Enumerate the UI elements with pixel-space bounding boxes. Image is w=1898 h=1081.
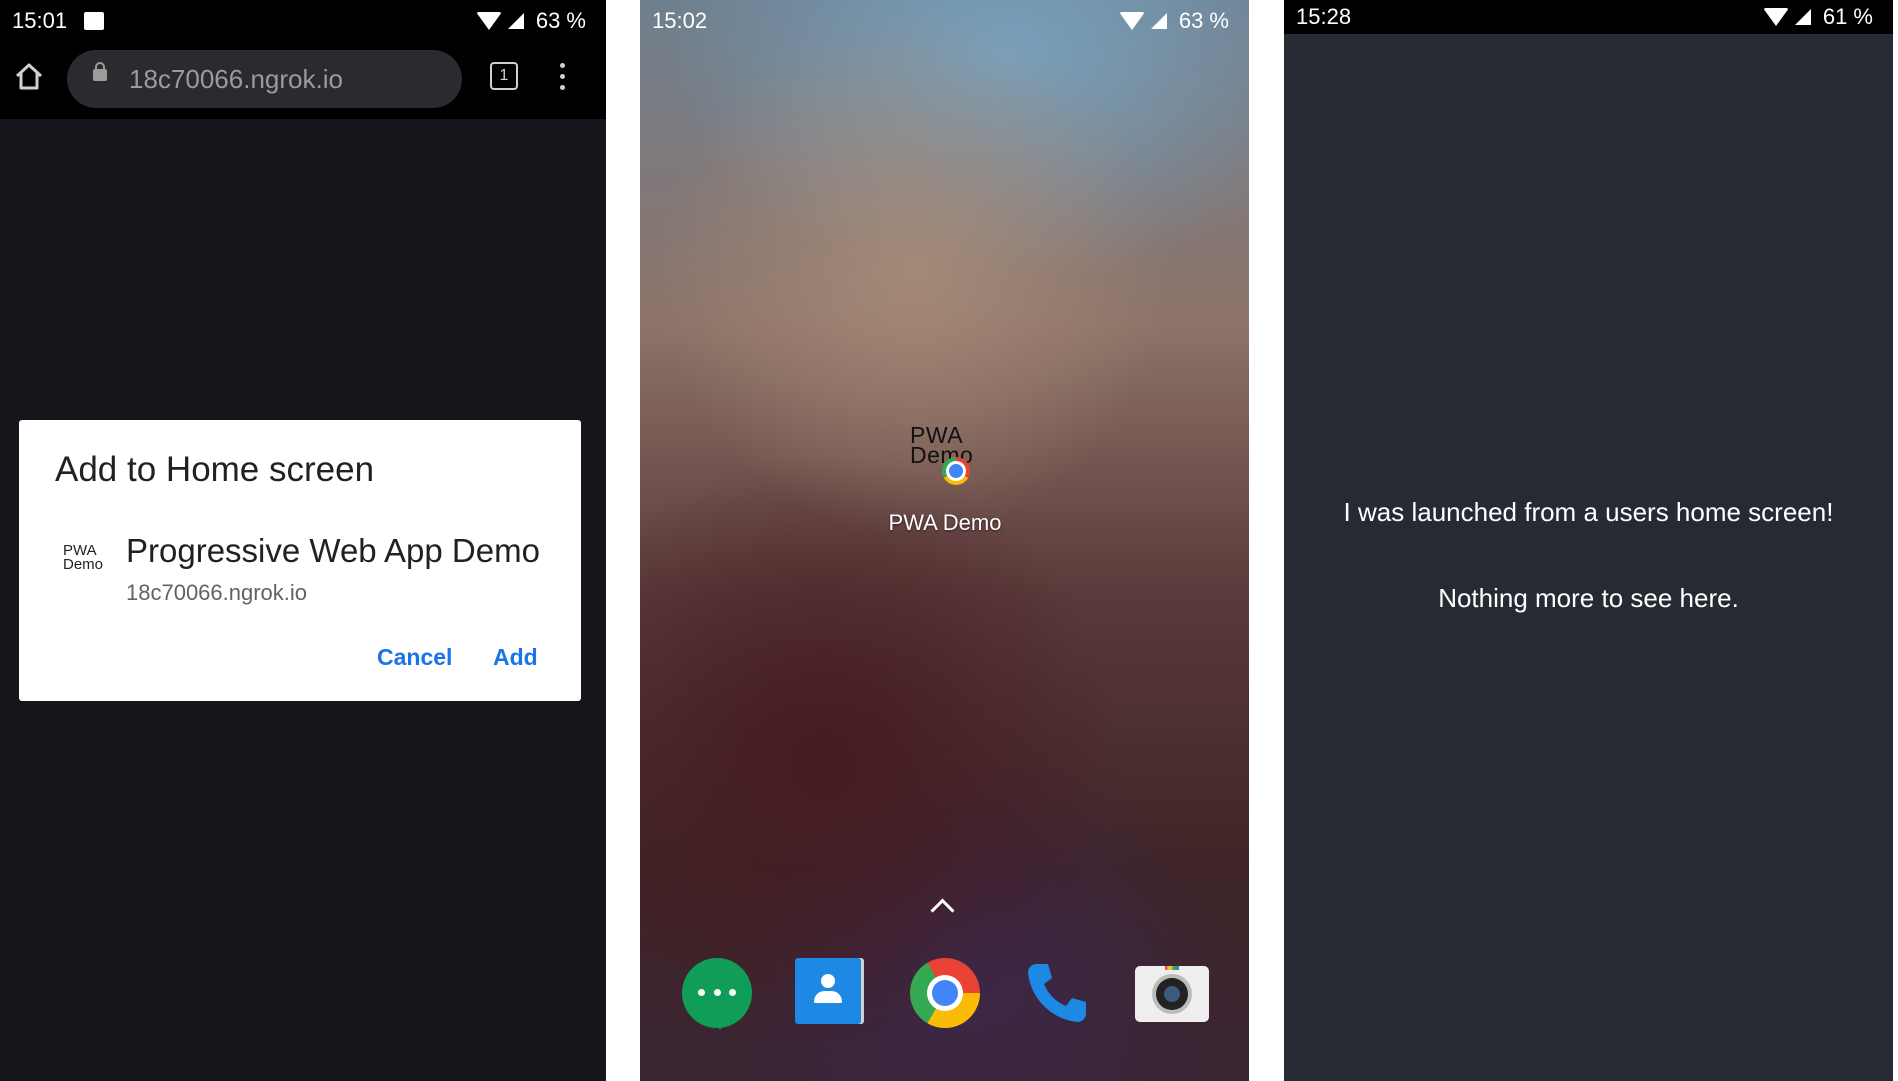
app-icon-text: PWA Demo [63,542,104,573]
battery-text: 63 % [535,8,586,33]
app-drawer-chevron-icon[interactable] [930,898,955,923]
more-options-icon[interactable] [560,63,566,93]
phone-screen-pwa: 15:28 61 % I was launched from a users h… [1284,0,1893,1081]
pwa-demo-shortcut-icon[interactable]: PWA Demo [910,424,978,493]
phone-icon[interactable] [1022,958,1092,1028]
app-icon: PWA Demo [63,542,107,573]
lock-icon [93,62,107,81]
status-bar: 15:28 61 % [1284,0,1893,34]
chrome-icon[interactable] [910,958,980,1028]
camera-icon[interactable] [1135,966,1209,1022]
wifi-icon [1762,8,1789,26]
pwa-demo-shortcut-label[interactable]: PWA Demo [870,510,1020,536]
add-button[interactable]: Add [493,644,538,671]
status-bar: 15:01 63 % [0,0,606,40]
tab-switcher-button[interactable]: 1 [490,62,518,90]
phone-screen-home: 15:02 63 % PWA Demo PWA Demo [640,0,1249,1081]
launch-message: I was launched from a users home screen! [1343,497,1834,527]
cancel-button[interactable]: Cancel [377,644,452,671]
url-bar[interactable]: 18c70066.ngrok.io [67,50,462,108]
app-name: Progressive Web App Demo [126,532,540,569]
status-time: 15:01 [12,8,68,33]
signal-icon [1794,9,1811,25]
image-notification-icon [84,12,104,30]
phone-screen-browser: 15:01 63 % 18c70066.ngrok.io 1 Add to Ho… [0,0,606,1081]
status-time: 15:02 [652,8,708,33]
dialog-title: Add to Home screen [55,450,375,489]
wifi-icon [1118,12,1145,30]
signal-icon [1150,13,1167,29]
home-icon[interactable] [14,62,44,92]
battery-text: 61 % [1822,4,1873,29]
url-text: 18c70066.ngrok.io [129,64,343,94]
hangouts-icon[interactable] [682,958,752,1030]
browser-toolbar: 18c70066.ngrok.io 1 [0,40,606,119]
info-message: Nothing more to see here. [1438,583,1739,613]
wifi-icon [475,12,502,30]
status-right: 63 % [1118,8,1229,34]
add-to-home-dialog: Add to Home screen PWA Demo Progressive … [19,420,581,701]
status-bar: 15:02 63 % [640,0,1249,40]
chrome-badge-icon [942,457,970,485]
contacts-icon[interactable] [795,958,861,1024]
status-time: 15:28 [1296,4,1352,29]
battery-text: 63 % [1178,8,1229,33]
signal-icon [507,13,524,29]
status-right: 63 % [475,8,586,34]
app-url: 18c70066.ngrok.io [126,580,308,605]
status-right: 61 % [1762,4,1873,30]
dock [640,958,1249,1038]
